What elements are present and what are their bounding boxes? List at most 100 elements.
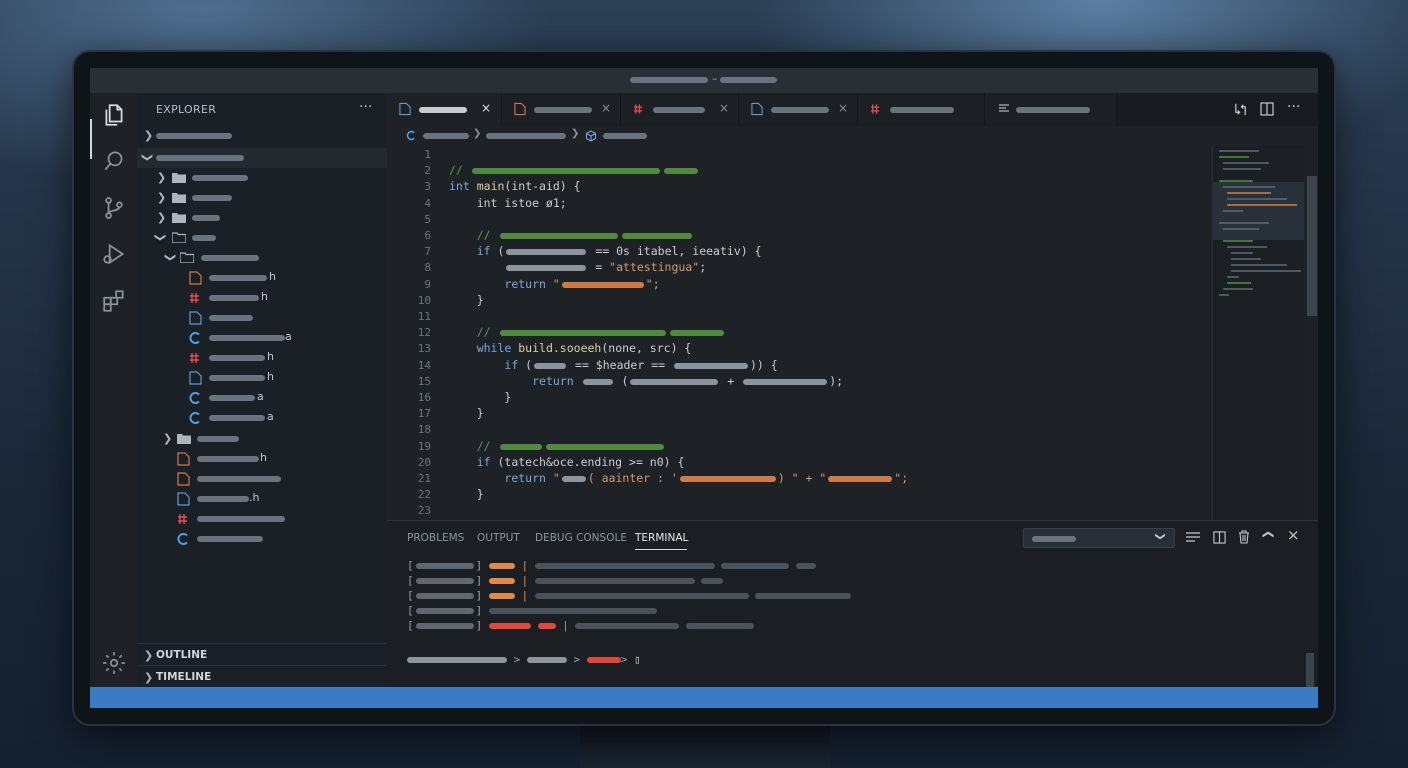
- title-text-placeholder-2: [720, 77, 777, 83]
- chevron-up-icon[interactable]: ❯: [1261, 530, 1274, 539]
- tree-file[interactable]: h: [137, 449, 387, 469]
- tree-file[interactable]: a: [137, 408, 387, 428]
- tree-file[interactable]: h: [137, 348, 387, 368]
- breadcrumb-placeholder[interactable]: [603, 133, 647, 139]
- file-icon: [399, 102, 411, 116]
- file-name-placeholder: [209, 315, 253, 321]
- tree-label-placeholder: [156, 155, 244, 161]
- tab-terminal[interactable]: TERMINAL: [635, 532, 688, 544]
- header-file-icon: [189, 271, 202, 285]
- code-line-2: //: [449, 163, 700, 179]
- tree-folder-open[interactable]: ❯: [137, 228, 387, 248]
- timeline-section[interactable]: ❯ TIMELINE: [137, 665, 387, 687]
- breadcrumb: ❯ ❯: [387, 126, 1318, 146]
- tree-folder-open[interactable]: ❯: [137, 248, 387, 268]
- tab-problems[interactable]: PROBLEMS: [407, 532, 464, 544]
- editor-tab[interactable]: ×: [621, 93, 739, 126]
- terminal-scrollbar[interactable]: [1306, 653, 1314, 687]
- cpp-file-icon: [870, 104, 880, 114]
- terminal-prompt[interactable]: > > > ▯: [407, 653, 641, 667]
- tree-file[interactable]: [137, 308, 387, 328]
- text-lines-icon: [999, 104, 1009, 112]
- header-file-icon: [177, 472, 190, 486]
- editor-tab-active[interactable]: ×: [387, 93, 502, 126]
- editor-more-icon[interactable]: ···: [1287, 99, 1300, 115]
- tab-label-placeholder: [534, 107, 592, 113]
- chevron-right-icon: ❯: [571, 128, 580, 139]
- bottom-panel: PROBLEMS OUTPUT DEBUG CONSOLE TERMINAL ❯…: [387, 520, 1318, 687]
- run-debug-icon[interactable]: [101, 241, 127, 267]
- file-extension: h: [261, 290, 268, 303]
- tree-label-placeholder: [192, 215, 220, 221]
- scrollbar-thumb[interactable]: [1307, 176, 1317, 316]
- tree-folder[interactable]: ❯: [137, 188, 387, 208]
- tree-file[interactable]: a: [137, 328, 387, 348]
- file-extension: h: [267, 370, 274, 383]
- code-line-16: }: [449, 390, 512, 404]
- c-file-icon: [177, 533, 188, 545]
- code-line-8: = "attestingua";: [449, 260, 706, 276]
- c-file-icon[interactable]: [406, 130, 417, 141]
- breadcrumb-placeholder[interactable]: [486, 133, 566, 139]
- close-icon[interactable]: ×: [601, 101, 611, 115]
- tree-file[interactable]: h: [137, 368, 387, 388]
- editor-tab[interactable]: ×: [502, 93, 621, 126]
- file-icon: [189, 371, 202, 385]
- tree-row-root-1[interactable]: ❯: [137, 126, 387, 146]
- tree-file[interactable]: [137, 509, 387, 529]
- settings-gear-icon[interactable]: [101, 650, 127, 676]
- cpp-file-icon: [178, 514, 187, 524]
- tab-output[interactable]: OUTPUT: [477, 532, 520, 544]
- close-icon[interactable]: ×: [481, 101, 491, 115]
- explorer-title: EXPLORER: [156, 103, 217, 116]
- tree-label-placeholder: [192, 195, 232, 201]
- close-icon[interactable]: ×: [1287, 526, 1300, 544]
- outline-section[interactable]: ❯ OUTLINE: [137, 643, 387, 665]
- tree-file[interactable]: .h: [137, 489, 387, 509]
- tree-file[interactable]: [137, 529, 387, 549]
- tree-file[interactable]: [137, 469, 387, 489]
- split-editor-icon[interactable]: [1260, 102, 1274, 116]
- editor-scrollbar[interactable]: [1304, 146, 1318, 520]
- code-line-17: }: [449, 406, 484, 420]
- search-icon[interactable]: [101, 148, 127, 174]
- tree-file[interactable]: a: [137, 388, 387, 408]
- explorer-icon[interactable]: [101, 102, 127, 128]
- terminal-line: [] |: [407, 619, 754, 633]
- compare-icon[interactable]: [1233, 102, 1248, 117]
- file-name-placeholder: [209, 355, 265, 361]
- tree-row-root-2[interactable]: ❯: [137, 148, 387, 168]
- trash-icon[interactable]: [1238, 530, 1250, 544]
- chevron-right-icon: ❯: [144, 671, 154, 684]
- file-name-placeholder: [209, 295, 259, 301]
- editor-tab[interactable]: [985, 93, 1117, 126]
- code-line-6: //: [449, 228, 694, 244]
- outline-label: OUTLINE: [156, 649, 208, 661]
- c-file-icon: [189, 332, 200, 344]
- source-control-icon[interactable]: [101, 195, 127, 221]
- file-name-placeholder: [197, 476, 281, 482]
- editor-tab[interactable]: ×: [739, 93, 858, 126]
- tree-folder[interactable]: ❯: [137, 168, 387, 188]
- terminal-line: []: [407, 604, 657, 618]
- minimap[interactable]: [1212, 146, 1305, 520]
- breadcrumb-placeholder[interactable]: [423, 133, 469, 139]
- code-line-4: int istoe ø1;: [449, 196, 567, 210]
- close-icon[interactable]: ×: [838, 101, 848, 115]
- tree-folder[interactable]: ❯: [137, 429, 387, 449]
- code-line-10: }: [449, 293, 484, 307]
- tab-debug-console[interactable]: DEBUG CONSOLE: [535, 532, 627, 544]
- tree-file[interactable]: h: [137, 288, 387, 308]
- tree-folder[interactable]: ❯: [137, 208, 387, 228]
- explorer-more-icon[interactable]: ···: [359, 99, 372, 115]
- tree-label-placeholder: [197, 436, 239, 442]
- tree-file[interactable]: h: [137, 268, 387, 288]
- terminal-select-dropdown[interactable]: ❯: [1023, 528, 1175, 548]
- terminal-list-icon[interactable]: [1186, 532, 1200, 544]
- code-content[interactable]: // int main(int-aid) { int istoe ø1; // …: [387, 146, 1207, 520]
- extensions-icon[interactable]: [101, 288, 127, 314]
- file-name-placeholder: [209, 395, 255, 401]
- split-terminal-icon[interactable]: [1213, 531, 1226, 544]
- editor-tab[interactable]: [858, 93, 985, 126]
- close-icon[interactable]: ×: [719, 101, 729, 115]
